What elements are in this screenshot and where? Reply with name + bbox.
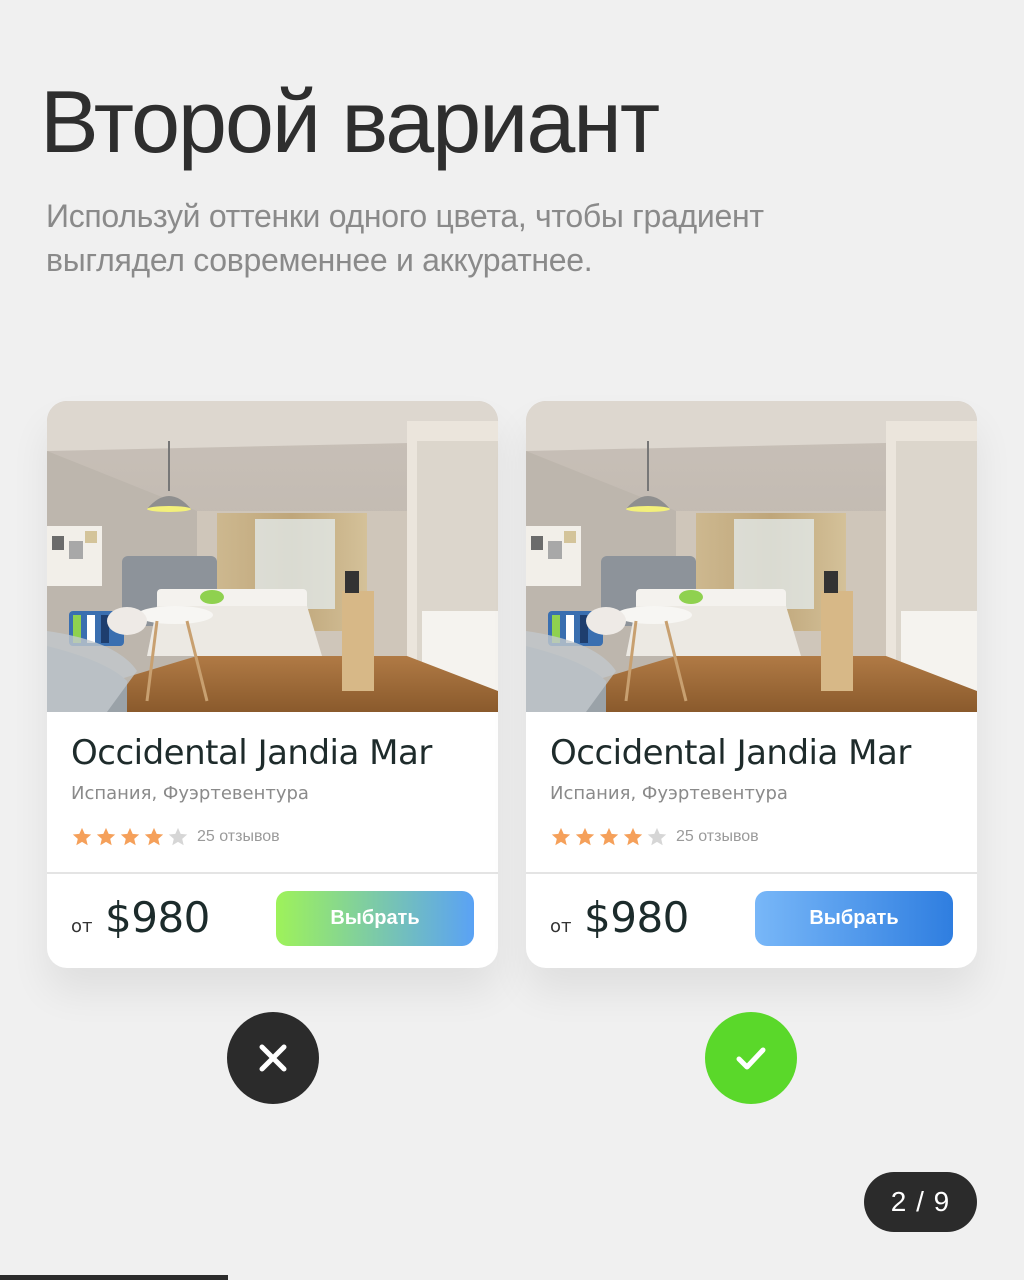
star-filled-icon [574, 826, 596, 848]
close-icon [227, 1012, 319, 1104]
select-button[interactable]: Выбрать [276, 891, 474, 946]
hotel-room-photo [526, 401, 977, 712]
star-empty-icon [167, 826, 189, 848]
hotel-name: Occidental Jandia Mar [71, 733, 432, 773]
star-rating: 25 отзывов [550, 825, 759, 849]
price: $980 [105, 893, 210, 942]
hotel-location: Испания, Фуэртевентура [550, 783, 788, 804]
progress-bar [0, 1275, 228, 1280]
reviews-count: 25 отзывов [676, 828, 759, 845]
star-filled-icon [119, 826, 141, 848]
star-empty-icon [646, 826, 668, 848]
divider [526, 872, 977, 874]
star-filled-icon [143, 826, 165, 848]
divider [47, 872, 498, 874]
hotel-name: Occidental Jandia Mar [550, 733, 911, 773]
price: $980 [584, 893, 689, 942]
select-button[interactable]: Выбрать [755, 891, 953, 946]
star-rating: 25 отзывов [71, 825, 280, 849]
hotel-room-photo [47, 401, 498, 712]
hotel-card-good-example: Occidental Jandia Mar Испания, Фуэртевен… [526, 401, 977, 968]
star-filled-icon [71, 826, 93, 848]
hotel-location: Испания, Фуэртевентура [71, 783, 309, 804]
check-icon [705, 1012, 797, 1104]
reviews-count: 25 отзывов [197, 828, 280, 845]
star-filled-icon [95, 826, 117, 848]
hotel-card-bad-example: Occidental Jandia Mar Испания, Фуэртевен… [47, 401, 498, 968]
slide-subtitle: Используй оттенки одного цвета, чтобы гр… [46, 198, 764, 278]
star-filled-icon [550, 826, 572, 848]
star-filled-icon [598, 826, 620, 848]
price-prefix: от [550, 916, 572, 937]
star-filled-icon [622, 826, 644, 848]
page-indicator: 2 / 9 [864, 1172, 977, 1232]
price-prefix: от [71, 916, 93, 937]
slide-title: Второй вариант [40, 72, 660, 171]
